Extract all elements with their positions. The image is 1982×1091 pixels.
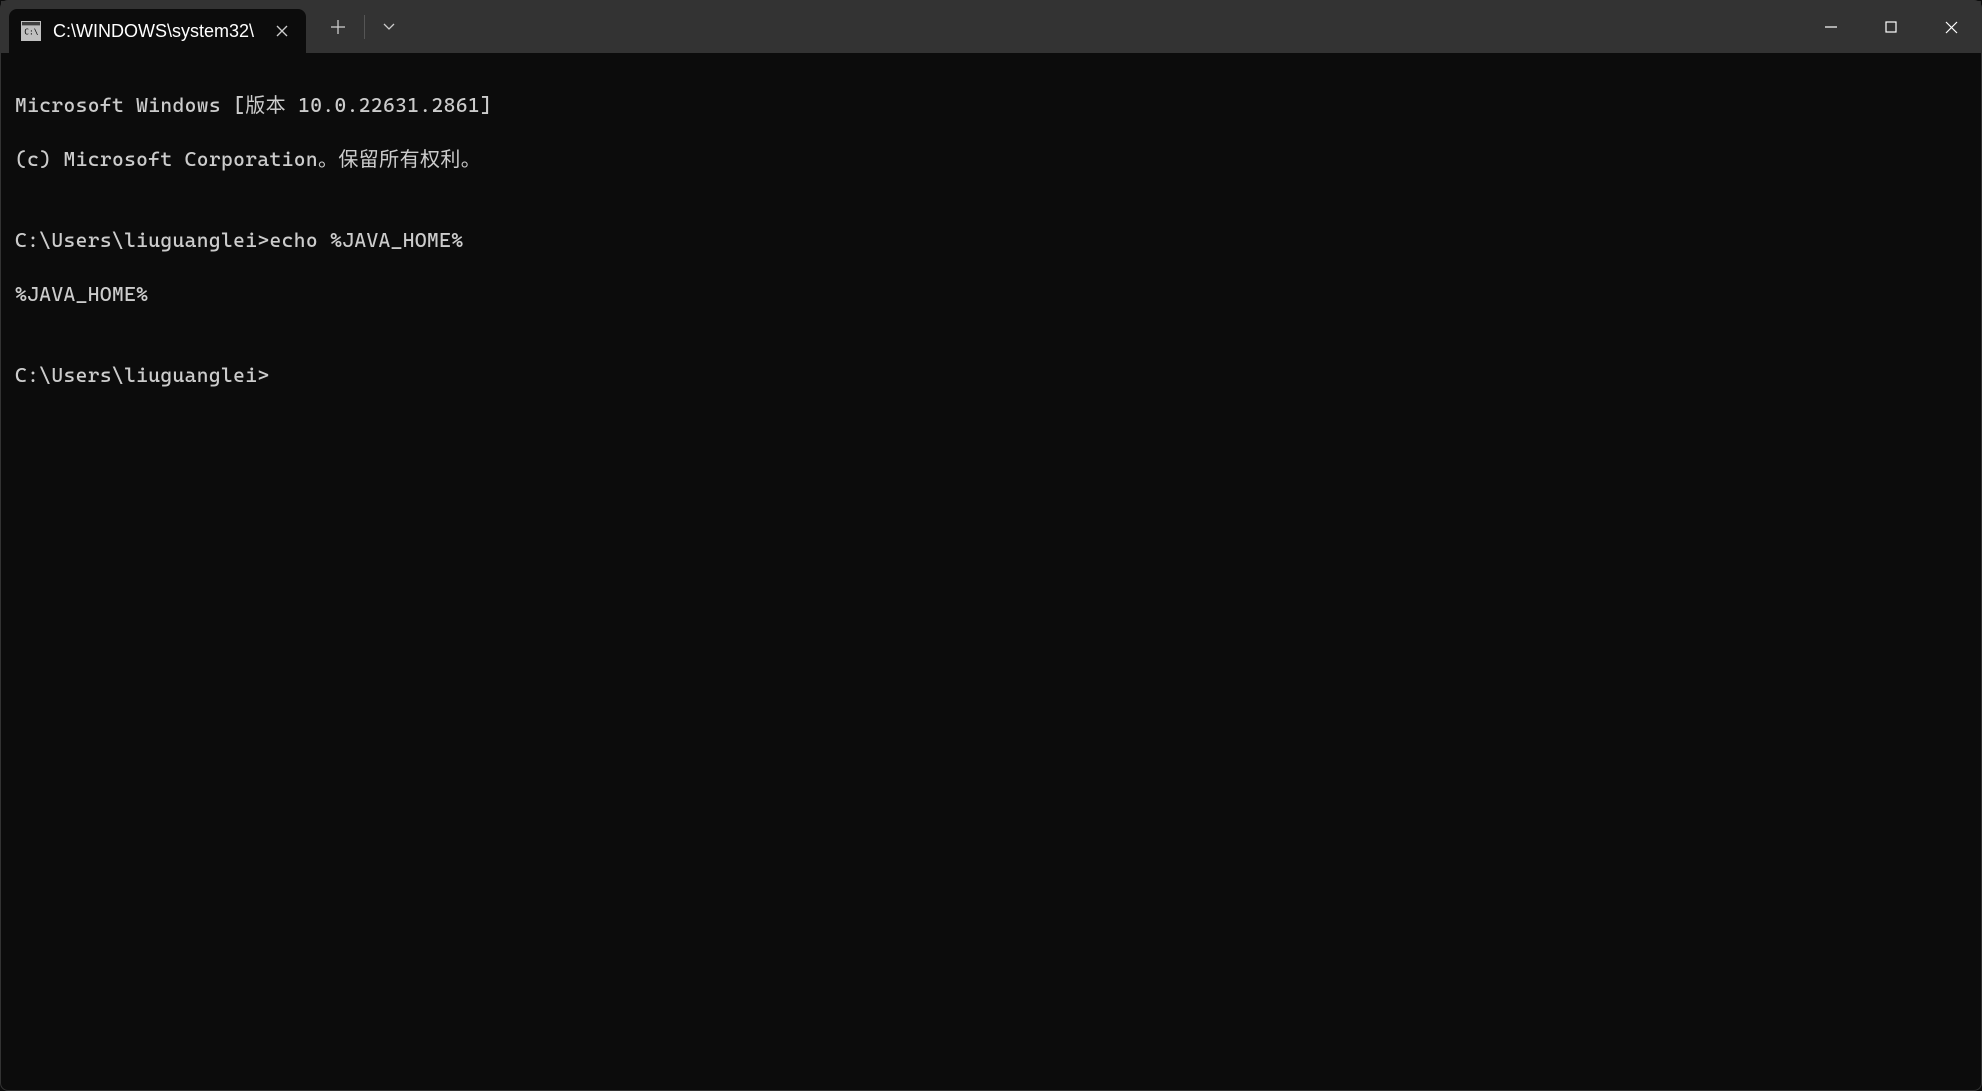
terminal-output-line: Microsoft Windows [版本 10.0.22631.2861] — [15, 92, 1967, 119]
tab-dropdown-button[interactable] — [371, 7, 407, 47]
tab-title: C:\WINDOWS\system32\ — [53, 21, 254, 42]
terminal-tab[interactable]: C:\ C:\WINDOWS\system32\ — [9, 9, 306, 53]
terminal-content[interactable]: Microsoft Windows [版本 10.0.22631.2861] (… — [1, 53, 1981, 428]
cmd-icon: C:\ — [21, 21, 41, 41]
terminal-output-line: %JAVA_HOME% — [15, 281, 1967, 308]
new-tab-button[interactable] — [318, 7, 358, 47]
maximize-button[interactable] — [1861, 1, 1921, 53]
window-controls — [1801, 1, 1981, 53]
close-window-button[interactable] — [1921, 1, 1981, 53]
titlebar-left: C:\ C:\WINDOWS\system32\ — [1, 1, 407, 53]
terminal-output-line: (c) Microsoft Corporation。保留所有权利。 — [15, 146, 1967, 173]
titlebar: C:\ C:\WINDOWS\system32\ — [1, 1, 1981, 53]
svg-text:C:\: C:\ — [24, 27, 38, 36]
tab-divider — [364, 15, 365, 39]
minimize-button[interactable] — [1801, 1, 1861, 53]
terminal-prompt-line: C:\Users\liuguanglei> — [15, 362, 1967, 389]
tab-close-button[interactable] — [272, 21, 292, 41]
terminal-prompt-line: C:\Users\liuguanglei>echo %JAVA_HOME% — [15, 227, 1967, 254]
